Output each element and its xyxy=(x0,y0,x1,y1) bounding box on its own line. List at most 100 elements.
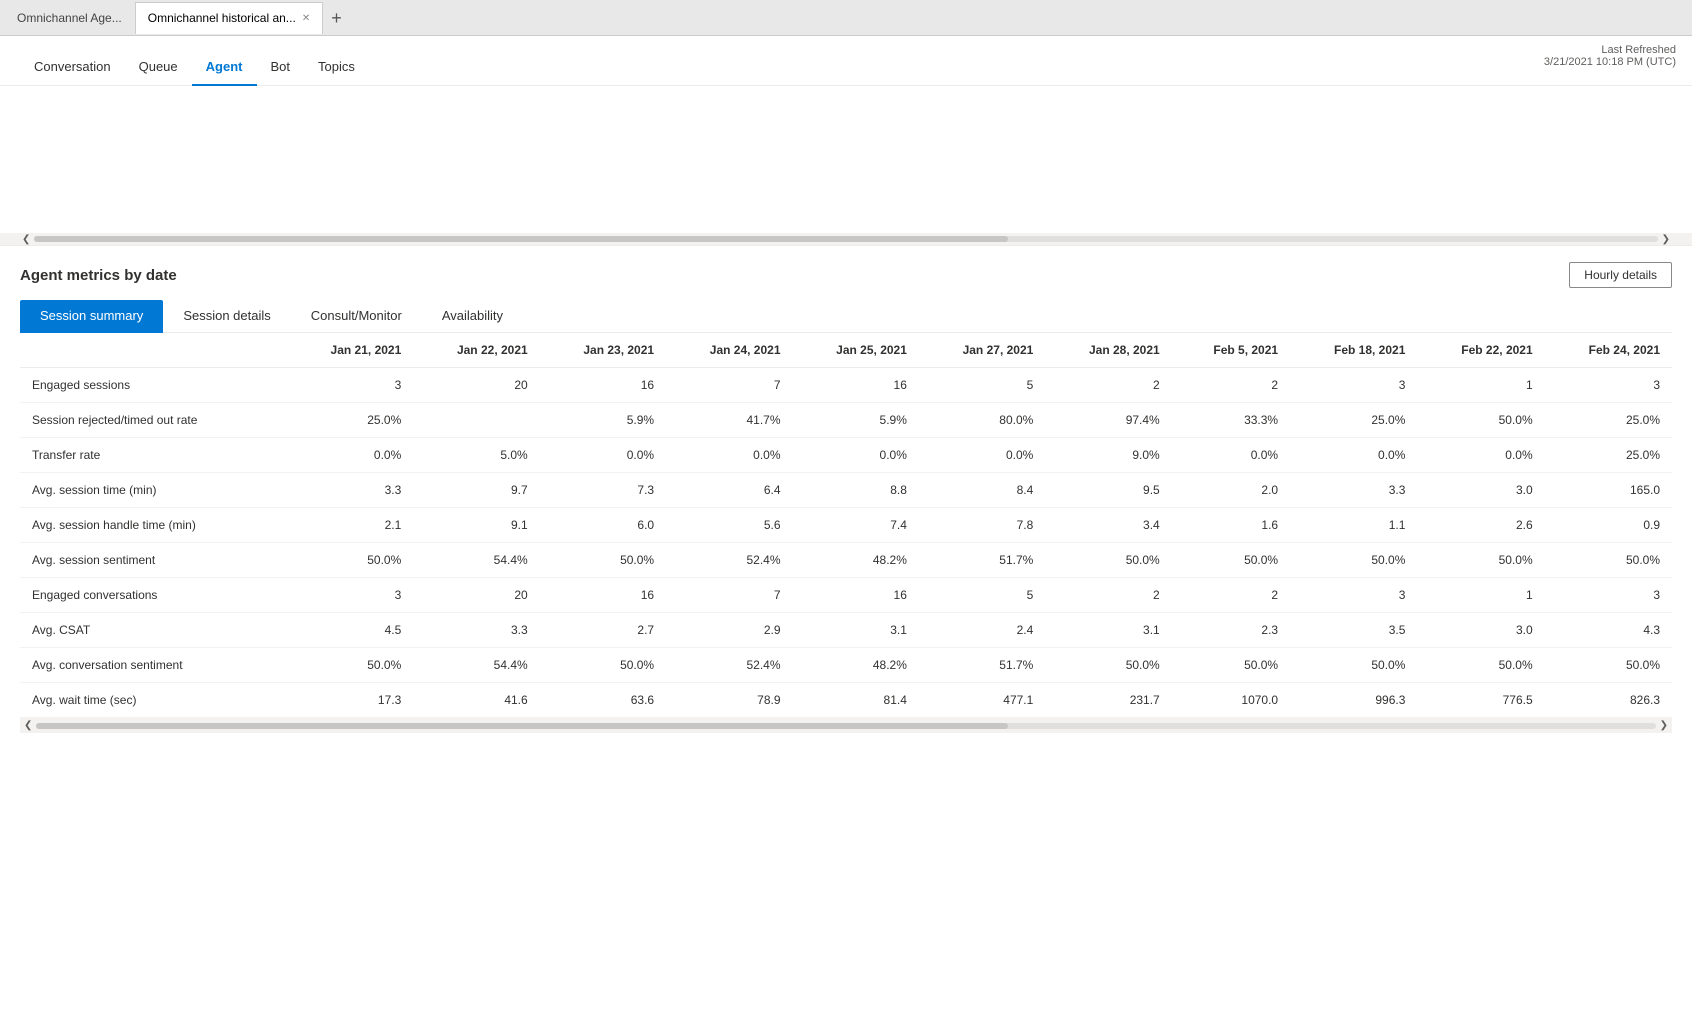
cell-7-2: 2.7 xyxy=(540,613,666,648)
cell-3-10: 165.0 xyxy=(1545,473,1672,508)
cell-4-1: 9.1 xyxy=(413,508,539,543)
last-refreshed-value: 3/21/2021 10:18 PM (UTC) xyxy=(1544,56,1676,68)
nav-bot[interactable]: Bot xyxy=(257,47,305,86)
row-label-7: Avg. CSAT xyxy=(20,613,287,648)
cell-3-0: 3.3 xyxy=(287,473,413,508)
cell-1-7: 33.3% xyxy=(1172,403,1290,438)
cell-9-1: 41.6 xyxy=(413,683,539,718)
cell-1-10: 25.0% xyxy=(1545,403,1672,438)
cell-5-0: 50.0% xyxy=(287,543,413,578)
header-row: Jan 21, 2021Jan 22, 2021Jan 23, 2021Jan … xyxy=(20,333,1672,368)
table-wrapper[interactable]: Jan 21, 2021Jan 22, 2021Jan 23, 2021Jan … xyxy=(20,333,1672,733)
table-body: Engaged sessions32016716522313Session re… xyxy=(20,368,1672,718)
table-row: Engaged sessions32016716522313 xyxy=(20,368,1672,403)
table-scroll-left[interactable]: ❮ xyxy=(20,720,36,731)
cell-5-10: 50.0% xyxy=(1545,543,1672,578)
cell-3-8: 3.3 xyxy=(1290,473,1417,508)
cell-3-7: 2.0 xyxy=(1172,473,1290,508)
sub-tabs: Session summary Session details Consult/… xyxy=(20,300,1672,333)
table-row: Session rejected/timed out rate25.0%5.9%… xyxy=(20,403,1672,438)
browser-tab-1-label: Omnichannel Age... xyxy=(17,11,122,25)
table-row: Avg. session handle time (min)2.19.16.05… xyxy=(20,508,1672,543)
cell-5-5: 51.7% xyxy=(919,543,1045,578)
cell-1-2: 5.9% xyxy=(540,403,666,438)
scroll-left-arrow[interactable]: ❮ xyxy=(18,234,34,245)
tab-consult-monitor[interactable]: Consult/Monitor xyxy=(291,300,422,333)
col-header-Jan-22--2021: Jan 22, 2021 xyxy=(413,333,539,368)
cell-6-4: 16 xyxy=(793,578,919,613)
table-scroll-right[interactable]: ❯ xyxy=(1656,720,1672,731)
cell-9-10: 826.3 xyxy=(1545,683,1672,718)
cell-7-6: 3.1 xyxy=(1045,613,1171,648)
cell-7-5: 2.4 xyxy=(919,613,1045,648)
cell-8-4: 48.2% xyxy=(793,648,919,683)
cell-5-8: 50.0% xyxy=(1290,543,1417,578)
cell-2-1: 5.0% xyxy=(413,438,539,473)
browser-tab-1[interactable]: Omnichannel Age... xyxy=(4,2,135,34)
cell-6-1: 20 xyxy=(413,578,539,613)
cell-8-5: 51.7% xyxy=(919,648,1045,683)
cell-6-0: 3 xyxy=(287,578,413,613)
cell-6-8: 3 xyxy=(1290,578,1417,613)
cell-7-0: 4.5 xyxy=(287,613,413,648)
cell-6-6: 2 xyxy=(1045,578,1171,613)
nav-topics[interactable]: Topics xyxy=(304,47,369,86)
cell-4-7: 1.6 xyxy=(1172,508,1290,543)
nav-agent[interactable]: Agent xyxy=(192,47,257,86)
cell-2-5: 0.0% xyxy=(919,438,1045,473)
cell-5-6: 50.0% xyxy=(1045,543,1171,578)
hourly-details-button[interactable]: Hourly details xyxy=(1569,262,1672,288)
col-header-Jan-24--2021: Jan 24, 2021 xyxy=(666,333,792,368)
cell-2-9: 0.0% xyxy=(1417,438,1544,473)
cell-7-4: 3.1 xyxy=(793,613,919,648)
tab-session-summary[interactable]: Session summary xyxy=(20,300,163,333)
table-header: Jan 21, 2021Jan 22, 2021Jan 23, 2021Jan … xyxy=(20,333,1672,368)
cell-9-0: 17.3 xyxy=(287,683,413,718)
cell-5-9: 50.0% xyxy=(1417,543,1544,578)
cell-6-2: 16 xyxy=(540,578,666,613)
cell-8-1: 54.4% xyxy=(413,648,539,683)
cell-1-3: 41.7% xyxy=(666,403,792,438)
last-refreshed-label: Last Refreshed xyxy=(1544,44,1676,56)
cell-0-9: 1 xyxy=(1417,368,1544,403)
cell-6-10: 3 xyxy=(1545,578,1672,613)
browser-tabs: Omnichannel Age... Omnichannel historica… xyxy=(0,0,1692,36)
chart-scrollbar-h[interactable]: ❮ ❯ xyxy=(0,233,1692,245)
cell-6-3: 7 xyxy=(666,578,792,613)
cell-2-8: 0.0% xyxy=(1290,438,1417,473)
bottom-scrollbar[interactable]: ❮ ❯ xyxy=(20,718,1672,733)
browser-tab-2[interactable]: Omnichannel historical an... ✕ xyxy=(135,2,323,34)
cell-1-9: 50.0% xyxy=(1417,403,1544,438)
top-nav: Conversation Queue Agent Bot Topics Last… xyxy=(0,36,1692,86)
new-tab-button[interactable]: + xyxy=(323,2,350,34)
row-label-2: Transfer rate xyxy=(20,438,287,473)
tab-availability[interactable]: Availability xyxy=(422,300,523,333)
section-header: Agent metrics by date Hourly details xyxy=(20,262,1672,288)
cell-0-10: 3 xyxy=(1545,368,1672,403)
col-header-Jan-25--2021: Jan 25, 2021 xyxy=(793,333,919,368)
cell-0-5: 5 xyxy=(919,368,1045,403)
cell-2-4: 0.0% xyxy=(793,438,919,473)
col-header-label xyxy=(20,333,287,368)
cell-0-6: 2 xyxy=(1045,368,1171,403)
cell-4-9: 2.6 xyxy=(1417,508,1544,543)
cell-9-2: 63.6 xyxy=(540,683,666,718)
nav-conversation[interactable]: Conversation xyxy=(20,47,125,86)
scroll-right-arrow[interactable]: ❯ xyxy=(1658,234,1674,245)
tab-session-details[interactable]: Session details xyxy=(163,300,290,333)
close-icon[interactable]: ✕ xyxy=(302,13,310,24)
main-section: Agent metrics by date Hourly details Ses… xyxy=(0,246,1692,749)
cell-9-8: 996.3 xyxy=(1290,683,1417,718)
cell-5-7: 50.0% xyxy=(1172,543,1290,578)
table-row: Engaged conversations32016716522313 xyxy=(20,578,1672,613)
table-row: Avg. session sentiment50.0%54.4%50.0%52.… xyxy=(20,543,1672,578)
cell-7-10: 4.3 xyxy=(1545,613,1672,648)
cell-1-0: 25.0% xyxy=(287,403,413,438)
cell-8-9: 50.0% xyxy=(1417,648,1544,683)
col-header-Feb-22--2021: Feb 22, 2021 xyxy=(1417,333,1544,368)
cell-1-6: 97.4% xyxy=(1045,403,1171,438)
cell-8-7: 50.0% xyxy=(1172,648,1290,683)
nav-queue[interactable]: Queue xyxy=(125,47,192,86)
scrollbar-thumb xyxy=(34,236,1008,242)
scrollbar-track xyxy=(34,236,1657,242)
